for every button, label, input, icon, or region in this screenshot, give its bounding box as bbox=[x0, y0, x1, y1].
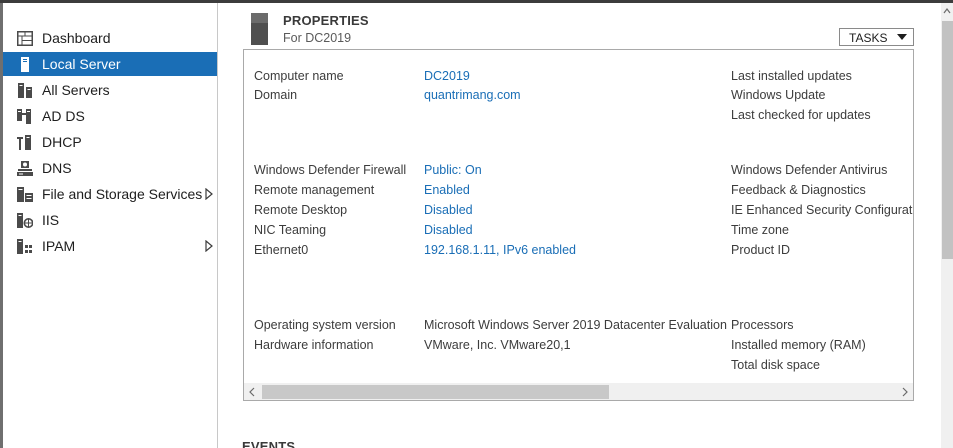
horizontal-scrollbar[interactable] bbox=[244, 383, 913, 400]
properties-subtitle: For DC2019 bbox=[283, 31, 352, 45]
ad-ds-icon bbox=[17, 109, 31, 124]
sidebar-item-label: IIS bbox=[42, 212, 60, 228]
property-label-total-disk-space: Total disk space bbox=[731, 358, 820, 372]
file-storage-icon bbox=[17, 187, 33, 202]
sidebar-item-dns[interactable]: DNS bbox=[3, 156, 217, 180]
sidebar-item-label: DNS bbox=[42, 160, 72, 176]
scroll-left-icon[interactable] bbox=[248, 387, 256, 397]
sidebar-item-label: Local Server bbox=[42, 56, 121, 72]
property-value-firewall[interactable]: Public: On bbox=[424, 163, 482, 177]
property-value-os-version: Microsoft Windows Server 2019 Datacenter… bbox=[424, 318, 727, 332]
property-value-hardware: VMware, Inc. VMware20,1 bbox=[424, 338, 571, 352]
vertical-scroll-thumb[interactable] bbox=[942, 21, 953, 259]
sidebar-item-file-storage-services[interactable]: File and Storage Services bbox=[3, 182, 217, 206]
sidebar-item-dhcp[interactable]: DHCP bbox=[3, 130, 217, 154]
server-icon bbox=[21, 57, 29, 72]
tasks-label: TASKS bbox=[849, 31, 888, 45]
server-tile-icon bbox=[251, 13, 268, 45]
sidebar: Dashboard Local Server All Servers AD DS bbox=[0, 3, 218, 448]
property-label-feedback-diagnostics: Feedback & Diagnostics bbox=[731, 183, 866, 197]
property-label-remote-desktop: Remote Desktop bbox=[254, 203, 348, 217]
property-label-ie-enhanced-security: IE Enhanced Security Configuration bbox=[731, 203, 914, 217]
property-value-remote-desktop[interactable]: Disabled bbox=[424, 203, 473, 217]
chevron-right-icon[interactable] bbox=[205, 188, 213, 200]
property-label-time-zone: Time zone bbox=[731, 223, 789, 237]
property-label-last-checked-updates: Last checked for updates bbox=[731, 108, 871, 122]
property-label-nic-teaming: NIC Teaming bbox=[254, 223, 327, 237]
horizontal-scroll-thumb[interactable] bbox=[262, 385, 609, 399]
property-label-computer-name: Computer name bbox=[254, 69, 344, 83]
property-label-processors: Processors bbox=[731, 318, 794, 332]
iis-icon bbox=[17, 213, 33, 228]
events-title: EVENTS bbox=[242, 439, 296, 448]
scroll-up-icon[interactable] bbox=[943, 7, 951, 15]
sidebar-item-ad-ds[interactable]: AD DS bbox=[3, 104, 217, 128]
sidebar-item-all-servers[interactable]: All Servers bbox=[3, 78, 217, 102]
vertical-scrollbar[interactable] bbox=[941, 3, 953, 448]
sidebar-item-ipam[interactable]: IPAM bbox=[3, 234, 217, 258]
property-label-ethernet: Ethernet0 bbox=[254, 243, 309, 257]
ipam-icon bbox=[17, 239, 32, 254]
sidebar-edge bbox=[0, 3, 3, 448]
sidebar-item-label: AD DS bbox=[42, 108, 85, 124]
sidebar-item-iis[interactable]: IIS bbox=[3, 208, 217, 232]
servers-icon bbox=[18, 83, 32, 98]
properties-panel: Computer name DC2019 Domain quantrimang.… bbox=[243, 49, 914, 401]
sidebar-item-label: DHCP bbox=[42, 134, 82, 150]
chevron-right-icon[interactable] bbox=[205, 240, 213, 252]
tasks-dropdown-button[interactable]: TASKS bbox=[839, 28, 914, 46]
properties-title: PROPERTIES bbox=[283, 13, 369, 28]
scroll-right-icon[interactable] bbox=[901, 387, 909, 397]
property-label-os-version: Operating system version bbox=[254, 318, 396, 332]
property-label-firewall: Windows Defender Firewall bbox=[254, 163, 407, 177]
dashboard-icon bbox=[17, 31, 33, 46]
dns-icon bbox=[17, 161, 33, 176]
sidebar-item-label: IPAM bbox=[42, 238, 76, 254]
sidebar-item-dashboard[interactable]: Dashboard bbox=[3, 26, 217, 50]
property-label-last-installed-updates: Last installed updates bbox=[731, 69, 852, 83]
sidebar-item-label: File and Storage Services bbox=[42, 186, 203, 202]
property-label-product-id: Product ID bbox=[731, 243, 791, 257]
dhcp-icon bbox=[17, 135, 31, 150]
property-label-installed-memory: Installed memory (RAM) bbox=[731, 338, 866, 352]
main-content: PROPERTIES For DC2019 TASKS Computer nam… bbox=[219, 3, 941, 448]
property-label-hardware: Hardware information bbox=[254, 338, 374, 352]
property-value-computer-name[interactable]: DC2019 bbox=[424, 69, 470, 83]
property-value-domain[interactable]: quantrimang.com bbox=[424, 88, 521, 102]
sidebar-item-label: All Servers bbox=[42, 82, 110, 98]
property-value-remote-management[interactable]: Enabled bbox=[424, 183, 470, 197]
property-value-ethernet[interactable]: 192.168.1.11, IPv6 enabled bbox=[424, 243, 576, 257]
property-label-remote-management: Remote management bbox=[254, 183, 375, 197]
sidebar-item-label: Dashboard bbox=[42, 30, 111, 46]
property-label-defender-antivirus: Windows Defender Antivirus bbox=[731, 163, 888, 177]
property-value-nic-teaming[interactable]: Disabled bbox=[424, 223, 473, 237]
property-label-domain: Domain bbox=[254, 88, 298, 102]
property-label-windows-update: Windows Update bbox=[731, 88, 826, 102]
sidebar-item-local-server[interactable]: Local Server bbox=[3, 52, 217, 76]
caret-down-icon bbox=[897, 34, 907, 40]
